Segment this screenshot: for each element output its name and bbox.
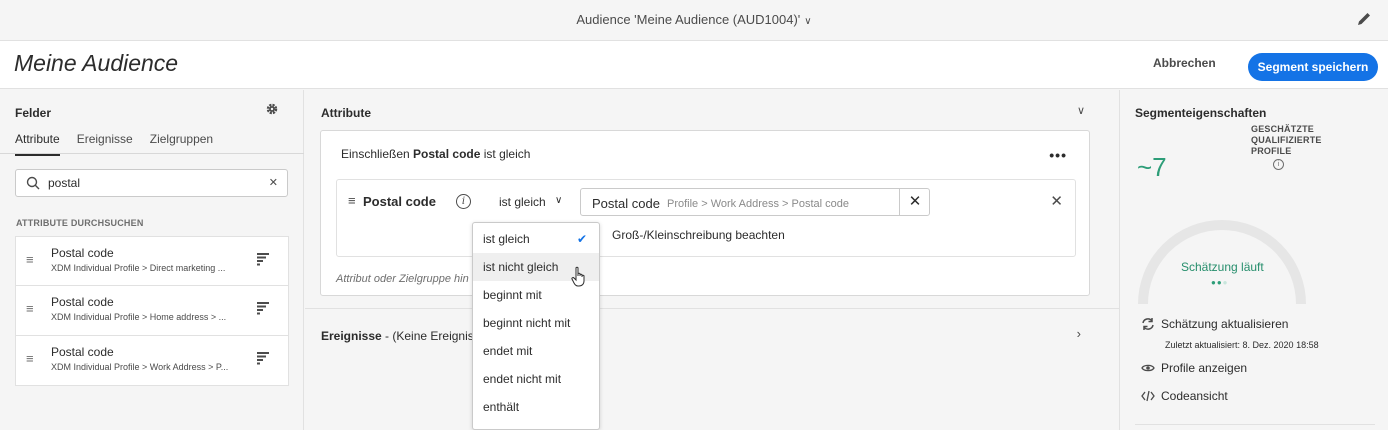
menu-item-beginnt-nicht-mit[interactable]: beginnt nicht mit [473,309,599,337]
progress-dots-icon: ●●● [1211,278,1229,287]
code-view-link[interactable]: Codeansicht [1141,389,1228,403]
search-box: ✕ [15,169,288,197]
events-title: Ereignisse [321,329,382,343]
info-icon[interactable]: i [456,194,471,209]
item-path: XDM Individual Profile > Work Address > … [51,362,229,372]
gear-icon[interactable] [265,102,279,116]
list-item[interactable]: ≡ Postal code XDM Individual Profile > W… [15,336,289,386]
chevron-down-icon[interactable]: ∨ [555,195,562,206]
panel-divider [1135,424,1375,425]
case-sensitive-label[interactable]: Groß-/Kleinschreibung beachten [612,228,785,242]
fields-panel: Felder Attribute Ereignisse Zielgruppen … [0,90,304,430]
events-section-header[interactable]: Ereignisse - (Keine Ereignisse) [321,329,490,343]
refresh-icon [1142,318,1154,330]
estimated-profile-count: ~7 [1137,152,1167,182]
hand-cursor-icon [571,266,585,287]
drag-handle-icon[interactable]: ≡ [26,301,34,316]
pencil-icon[interactable] [1356,11,1372,27]
last-updated-label: Zuletzt aktualisiert: 8. Dez. 2020 18:58 [1165,340,1319,350]
properties-title: Segmenteigenschaften [1135,106,1267,120]
item-name: Postal code [51,295,114,309]
audience-title: Audience 'Meine Audience (AUD1004)' [576,12,801,27]
section-divider [305,308,1120,309]
operator-dropdown-menu: ist gleich ✔ ist nicht gleich beginnt mit… [472,222,600,430]
estimate-running-label: Schätzung läuft [1181,260,1264,274]
drag-handle-icon[interactable]: ≡ [26,351,34,366]
clear-value-icon[interactable]: ✕ [899,188,930,216]
menu-item-enthaelt[interactable]: enthält [473,393,599,421]
item-name: Postal code [51,345,114,359]
top-bar: Audience 'Meine Audience (AUD1004)' ∨ [0,0,1388,41]
remove-rule-icon[interactable]: ✕ [1050,192,1063,210]
rule-row: ≡ Postal code i ist gleich ∨ Postal code… [336,179,1076,257]
list-item[interactable]: ≡ Postal code XDM Individual Profile > H… [15,286,289,336]
include-field: Postal code [413,147,481,161]
refresh-estimate-link[interactable]: Schätzung aktualisieren [1141,317,1288,331]
menu-item-endet-mit[interactable]: endet mit [473,337,599,365]
rule-field-name: Postal code [363,194,436,209]
item-name: Postal code [51,246,114,260]
tab-divider [0,153,304,154]
include-prefix: Einschließen [341,147,410,161]
clear-search-icon[interactable]: ✕ [269,176,278,189]
fields-title: Felder [15,106,52,120]
segment-properties-panel: Segmenteigenschaften GESCHÄTZTE QUALIFIZ… [1121,90,1388,430]
field-info-icon[interactable] [256,351,270,365]
field-info-icon[interactable] [256,252,270,266]
save-segment-button[interactable]: Segment speichern [1248,53,1378,81]
drag-handle-icon[interactable]: ≡ [348,193,356,208]
search-icon [26,176,40,190]
chevron-down-icon[interactable]: ∨ [1077,104,1085,117]
value-path: Profile > Work Address > Postal code [667,198,849,210]
code-icon [1141,390,1155,402]
checkmark-icon: ✔ [576,232,587,246]
view-profiles-link[interactable]: Profile anzeigen [1141,361,1247,375]
chevron-right-icon[interactable]: › [1077,326,1081,341]
attributes-section-title: Attribute [321,106,371,120]
list-item[interactable]: ≡ Postal code XDM Individual Profile > D… [15,236,289,286]
drag-handle-icon[interactable]: ≡ [26,252,34,267]
rule-builder-canvas: Attribute ∨ Einschließen Postal code ist… [305,90,1120,430]
audience-title-dropdown[interactable]: Audience 'Meine Audience (AUD1004)' ∨ [0,12,1388,27]
info-icon[interactable]: i [1273,159,1284,170]
page-header: Meine Audience Abbrechen Segment speiche… [0,41,1388,89]
include-summary: Einschließen Postal code ist gleich [341,147,530,161]
value-field[interactable]: Postal code Profile > Work Address > Pos… [580,188,930,216]
browse-attributes-label: ATTRIBUTE DURCHSUCHEN [16,218,144,228]
attribute-rule-card: Einschließen Postal code ist gleich ••• … [320,130,1090,296]
more-options-icon[interactable]: ••• [1049,147,1067,163]
item-path: XDM Individual Profile > Home address > … [51,312,227,322]
add-attribute-drop-zone[interactable]: Attribut oder Zielgruppe hin [336,273,469,285]
item-path: XDM Individual Profile > Direct marketin… [51,263,226,273]
operator-select[interactable]: ist gleich [499,195,546,209]
cancel-button[interactable]: Abbrechen [1153,56,1216,70]
menu-item-ist-gleich[interactable]: ist gleich ✔ [473,225,599,253]
field-info-icon[interactable] [256,301,270,315]
attribute-results-list: ≡ Postal code XDM Individual Profile > D… [15,236,289,386]
search-input[interactable] [48,174,268,192]
page-title: Meine Audience [14,50,179,76]
include-suffix: ist gleich [483,147,531,161]
eye-icon [1141,364,1155,372]
value-name: Postal code [592,196,660,211]
chevron-down-icon: ∨ [804,16,812,27]
menu-item-endet-nicht-mit[interactable]: endet nicht mit [473,365,599,393]
estimated-profiles-label: GESCHÄTZTE QUALIFIZIERTE PROFILE [1251,124,1322,156]
